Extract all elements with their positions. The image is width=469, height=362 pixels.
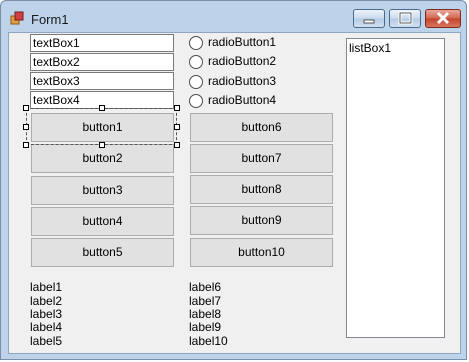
minimize-button[interactable] (353, 9, 385, 28)
button-6[interactable]: button6 (190, 113, 333, 142)
resize-handle-top-left[interactable] (23, 105, 29, 111)
label-5: label5 (30, 334, 63, 348)
listbox[interactable]: listBox1 (346, 38, 445, 338)
button-2[interactable]: button2 (31, 144, 174, 173)
radio-circle-icon[interactable] (189, 36, 203, 50)
radio-label: radioButton2 (208, 54, 277, 68)
resize-handle-bottom[interactable] (99, 142, 105, 148)
window-title: Form1 (31, 12, 69, 27)
form-app-icon (10, 11, 24, 25)
label-10: label10 (189, 334, 228, 348)
close-icon (436, 11, 450, 25)
label-9: label9 (189, 320, 222, 334)
resize-handle-bottom-left[interactable] (23, 142, 29, 148)
resize-handle-top-right[interactable] (174, 105, 180, 111)
close-button[interactable] (425, 9, 461, 28)
button-8[interactable]: button8 (190, 175, 333, 204)
button-7[interactable]: button7 (190, 144, 333, 173)
button-9[interactable]: button9 (190, 206, 333, 235)
label-1: label1 (30, 280, 63, 294)
resize-handle-top[interactable] (99, 105, 105, 111)
textbox-1[interactable]: textBox1 (30, 34, 174, 52)
radio-circle-icon[interactable] (189, 94, 203, 108)
resize-handle-left[interactable] (23, 124, 29, 130)
radio-circle-icon[interactable] (189, 75, 203, 89)
label-4: label4 (30, 320, 63, 334)
selection-frame (26, 108, 177, 145)
button-5[interactable]: button5 (31, 238, 174, 267)
radio-circle-icon[interactable] (189, 55, 203, 69)
textbox-3[interactable]: textBox3 (30, 72, 174, 90)
textbox-2[interactable]: textBox2 (30, 53, 174, 71)
resize-handle-right[interactable] (174, 124, 180, 130)
radio-label: radioButton1 (208, 35, 277, 49)
button-4[interactable]: button4 (31, 207, 174, 236)
button-3[interactable]: button3 (31, 176, 174, 205)
minimize-icon (363, 19, 375, 24)
radio-label: radioButton3 (208, 74, 277, 88)
radio-label: radioButton4 (208, 93, 277, 107)
title-bar[interactable]: Form1 (1, 1, 468, 35)
button-10[interactable]: button10 (190, 238, 333, 267)
label-6: label6 (189, 280, 222, 294)
maximize-button[interactable] (389, 9, 421, 28)
maximize-icon (398, 11, 413, 25)
resize-handle-bottom-right[interactable] (174, 142, 180, 148)
list-item[interactable]: listBox1 (349, 41, 442, 55)
